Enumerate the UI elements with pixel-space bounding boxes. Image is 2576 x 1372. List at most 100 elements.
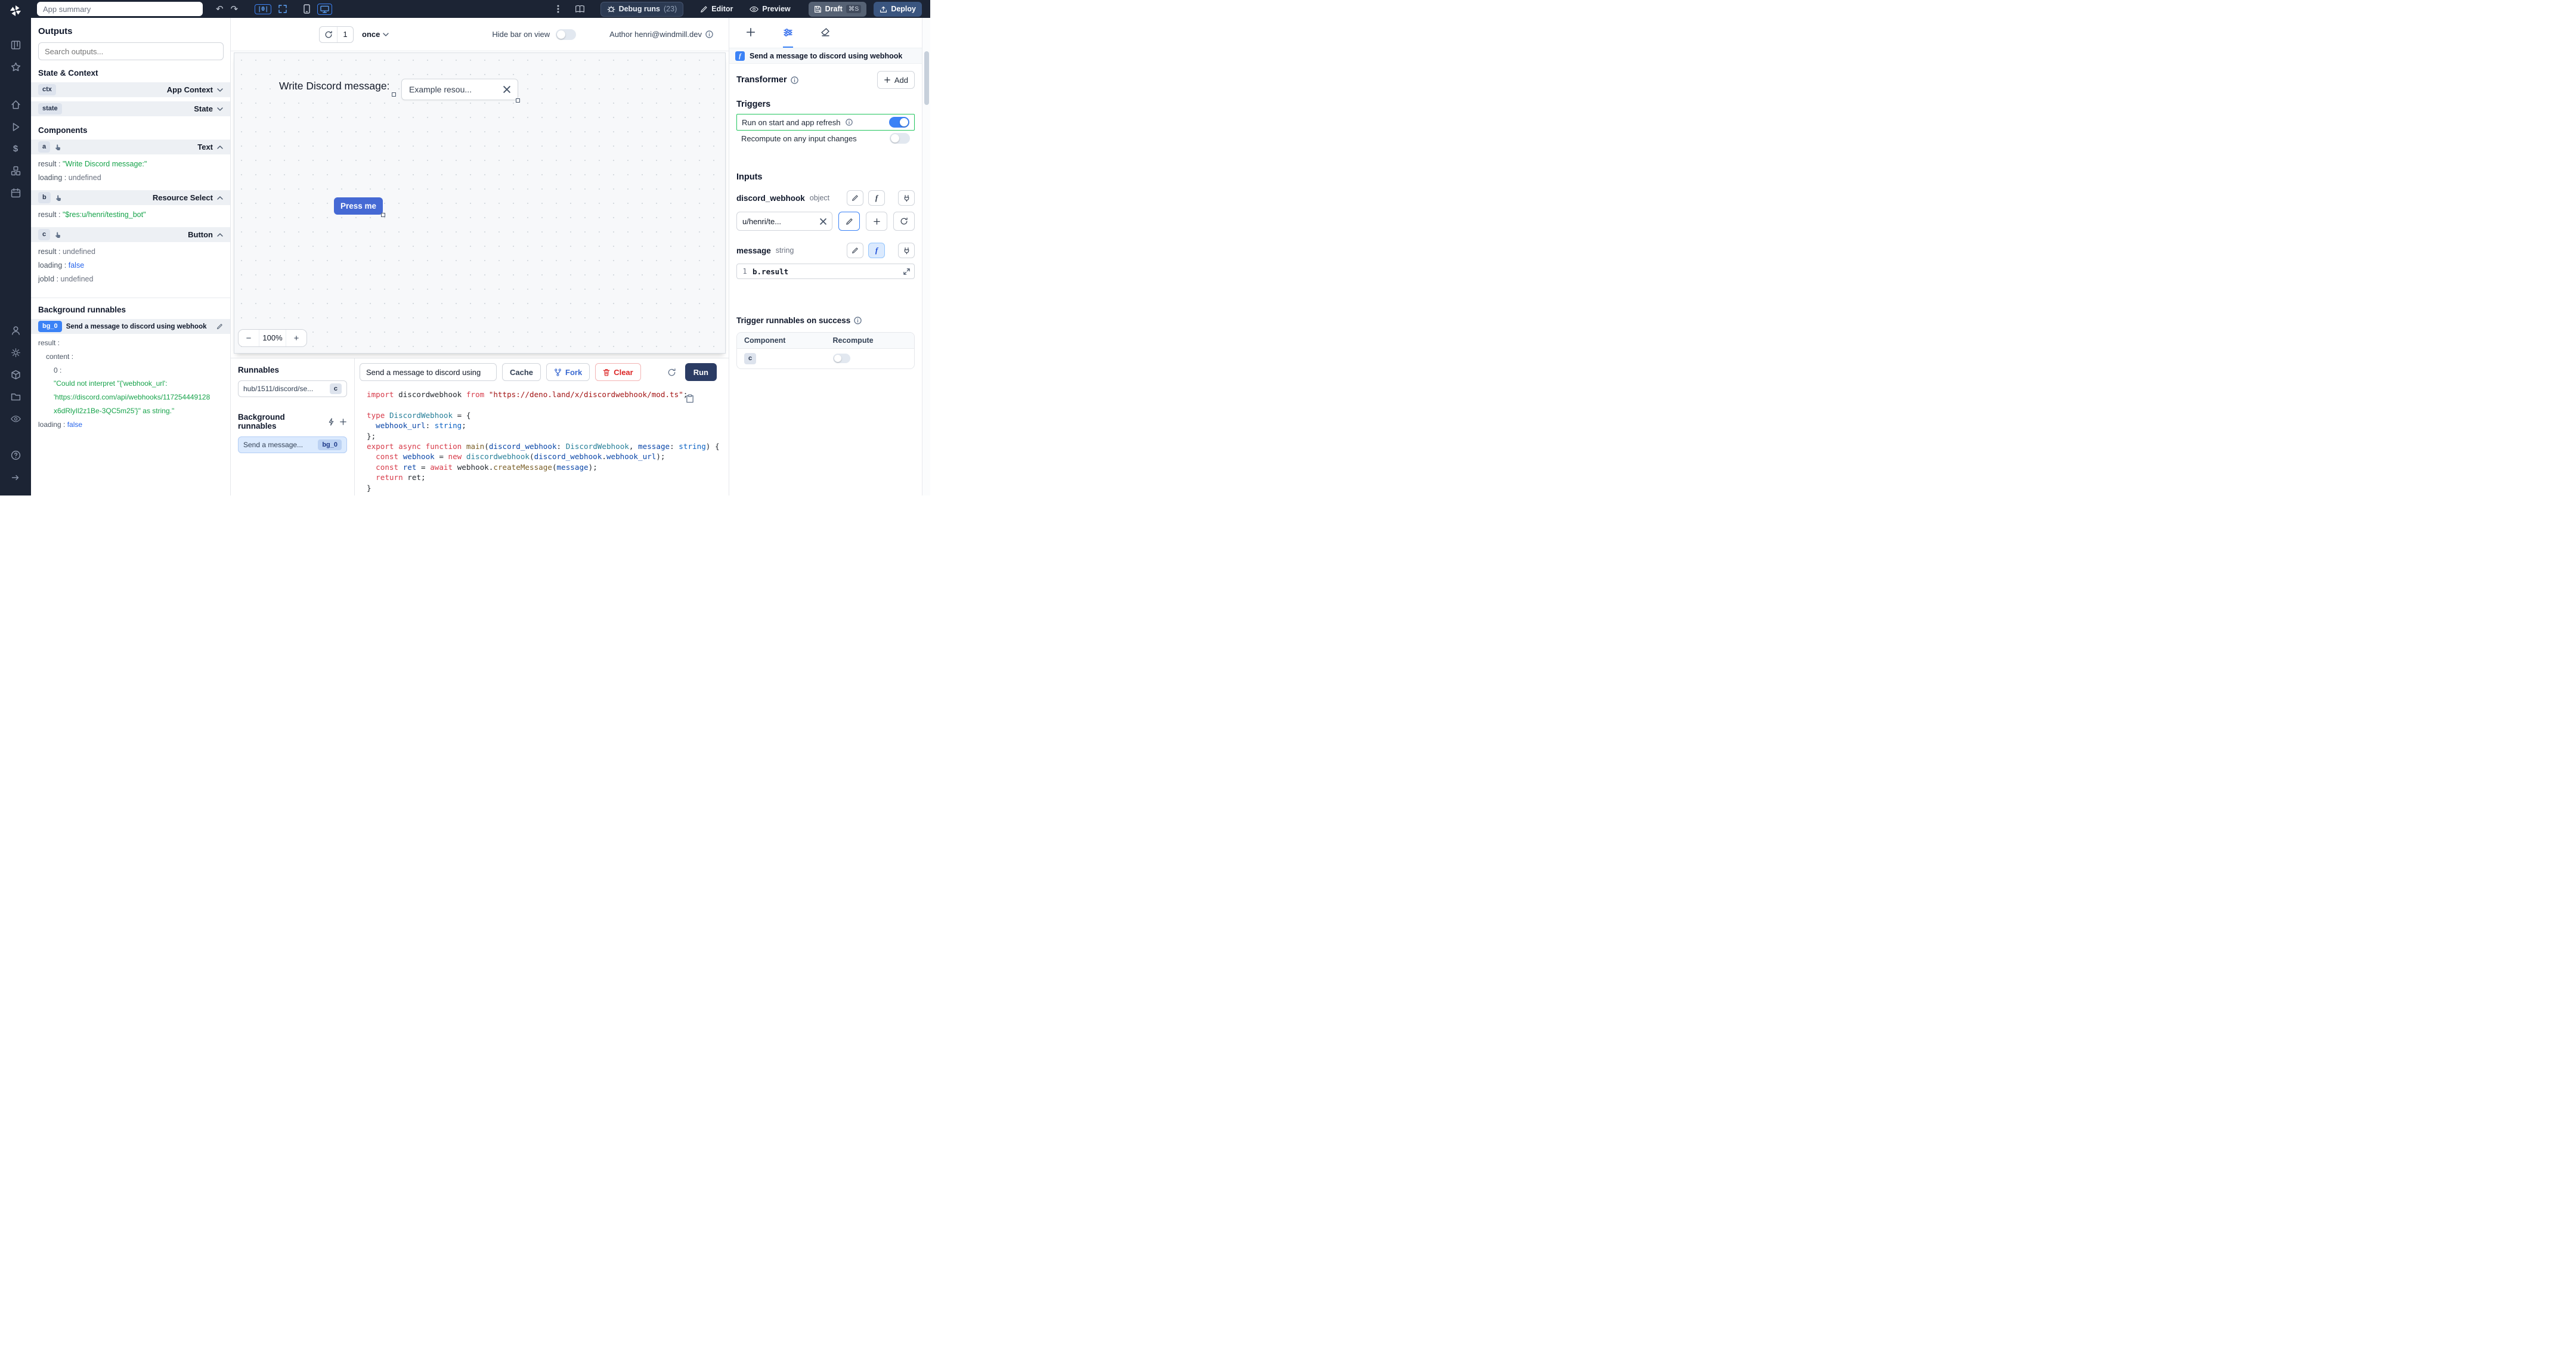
component-output-header[interactable]: b Resource Select xyxy=(31,190,230,205)
resize-handle[interactable] xyxy=(392,92,396,97)
create-resource-button[interactable] xyxy=(866,212,887,231)
undo-icon[interactable]: ↶ xyxy=(216,5,224,14)
select-value: Example resou... xyxy=(409,85,472,94)
lightning-icon[interactable] xyxy=(328,417,335,426)
input-field-header: message string f xyxy=(736,243,915,258)
home-icon[interactable] xyxy=(0,94,31,116)
edit-pencil-icon[interactable] xyxy=(216,323,223,330)
preview-button[interactable]: Preview xyxy=(750,5,791,13)
schedule-dropdown[interactable]: once xyxy=(362,30,389,39)
expand-editor-icon[interactable] xyxy=(903,268,910,275)
info-icon[interactable] xyxy=(854,317,862,324)
recompute-row-toggle[interactable] xyxy=(832,354,850,364)
draft-button[interactable]: Draft ⌘S xyxy=(808,1,867,17)
chevron-up-icon[interactable] xyxy=(217,196,223,200)
runnable-item[interactable]: hub/1511/discord/se... c xyxy=(238,380,347,397)
expression-mode-icon[interactable]: f xyxy=(868,243,885,258)
expression-mode-icon[interactable]: f xyxy=(868,190,885,206)
tab-styling-eraser[interactable] xyxy=(821,18,830,48)
clear-button[interactable]: Clear xyxy=(595,363,641,381)
press-me-button[interactable]: Press me xyxy=(334,197,383,215)
info-icon[interactable] xyxy=(790,76,798,84)
hand-pointer-icon[interactable] xyxy=(54,231,61,239)
zoom-out-button[interactable]: − xyxy=(239,330,259,346)
hand-pointer-icon[interactable] xyxy=(55,194,62,202)
cache-button[interactable]: Cache xyxy=(502,363,541,381)
refresh-resource-button[interactable] xyxy=(893,212,915,231)
desktop-view-icon[interactable] xyxy=(317,3,333,15)
resources-icon[interactable] xyxy=(0,160,31,182)
run-button[interactable]: Run xyxy=(685,363,717,381)
folders-icon[interactable] xyxy=(0,386,31,408)
clear-resource-icon[interactable] xyxy=(820,218,826,225)
tab-component-settings[interactable] xyxy=(783,18,793,48)
scrollbar-thumb[interactable] xyxy=(924,51,929,105)
info-icon[interactable] xyxy=(705,30,713,38)
code-editor[interactable]: import discordwebhook from "https://deno… xyxy=(355,385,729,495)
tab-insert[interactable] xyxy=(746,18,756,48)
state-row[interactable]: state State xyxy=(31,101,230,116)
ctx-row[interactable]: ctx App Context xyxy=(31,82,230,97)
recompute-toggle[interactable] xyxy=(890,133,910,144)
output-row: result : undefined xyxy=(38,247,95,256)
apps-icon[interactable] xyxy=(0,34,31,56)
audit-eye-icon[interactable] xyxy=(0,408,31,430)
resize-handle[interactable] xyxy=(516,98,520,103)
windmill-logo[interactable] xyxy=(8,4,23,20)
resize-handle[interactable] xyxy=(381,213,385,217)
run-on-start-toggle[interactable] xyxy=(889,117,909,128)
page-scrollbar[interactable] xyxy=(922,18,930,495)
copy-code-icon[interactable] xyxy=(686,394,694,403)
chevron-down-icon[interactable] xyxy=(217,107,223,111)
connect-plug-icon[interactable] xyxy=(898,190,915,206)
resource-input[interactable]: u/henri/te... xyxy=(736,212,832,231)
info-icon[interactable] xyxy=(845,119,853,126)
component-output-header[interactable]: c Button xyxy=(31,227,230,242)
help-icon[interactable] xyxy=(0,444,31,466)
component-output-header[interactable]: a Text xyxy=(31,140,230,154)
text-component[interactable]: Write Discord message: xyxy=(279,80,389,92)
users-icon[interactable] xyxy=(0,320,31,342)
fork-button[interactable]: Fork xyxy=(546,363,590,381)
edit-resource-button[interactable] xyxy=(838,212,860,231)
hide-bar-toggle[interactable] xyxy=(556,29,577,40)
debug-runs-button[interactable]: Debug runs (23) xyxy=(600,1,684,17)
packages-icon[interactable] xyxy=(0,364,31,386)
component-alignment-icon[interactable]: |0| xyxy=(255,4,272,14)
ctx-label: App Context xyxy=(166,85,213,94)
chevron-up-icon[interactable] xyxy=(217,233,223,237)
chevron-up-icon[interactable] xyxy=(217,145,223,149)
static-edit-icon[interactable] xyxy=(847,190,863,206)
expression-editor[interactable]: 1 b.result xyxy=(736,264,915,279)
add-runnable-button[interactable] xyxy=(339,418,347,426)
background-runnable-header[interactable]: bg_0 Send a message to discord using web… xyxy=(31,319,230,334)
collapse-arrow-icon[interactable] xyxy=(0,466,31,488)
mobile-view-icon[interactable] xyxy=(304,4,310,14)
app-summary-input[interactable] xyxy=(37,2,203,16)
connect-plug-icon[interactable] xyxy=(898,243,915,258)
reload-script-icon[interactable] xyxy=(667,368,676,377)
docs-book-icon[interactable] xyxy=(575,5,585,13)
variables-icon[interactable]: $ xyxy=(0,138,31,160)
clear-select-icon[interactable] xyxy=(503,86,510,93)
static-edit-icon[interactable] xyxy=(847,243,863,258)
runnable-item-selected[interactable]: Send a message... bg_0 xyxy=(238,436,347,453)
script-title-input[interactable]: Send a message to discord using xyxy=(360,363,497,381)
redo-icon[interactable]: ↷ xyxy=(231,5,239,14)
schedules-icon[interactable] xyxy=(0,182,31,204)
fullscreen-icon[interactable] xyxy=(278,5,287,13)
hand-pointer-icon[interactable] xyxy=(54,144,61,151)
editor-button[interactable]: Editor xyxy=(700,5,733,13)
search-outputs-input[interactable] xyxy=(38,42,224,60)
kebab-menu-icon[interactable] xyxy=(557,4,559,14)
refresh-icon[interactable] xyxy=(320,26,338,42)
app-canvas[interactable]: Write Discord message: Example resou... … xyxy=(234,52,726,354)
add-transformer-button[interactable]: Add xyxy=(877,71,915,89)
zoom-in-button[interactable]: + xyxy=(286,330,306,346)
deploy-button[interactable]: Deploy xyxy=(874,1,922,17)
settings-gear-icon[interactable] xyxy=(0,342,31,364)
runs-icon[interactable] xyxy=(0,116,31,138)
favorites-star-icon[interactable] xyxy=(0,56,31,78)
chevron-down-icon[interactable] xyxy=(217,88,223,92)
resource-select-component[interactable]: Example resou... xyxy=(401,79,518,100)
